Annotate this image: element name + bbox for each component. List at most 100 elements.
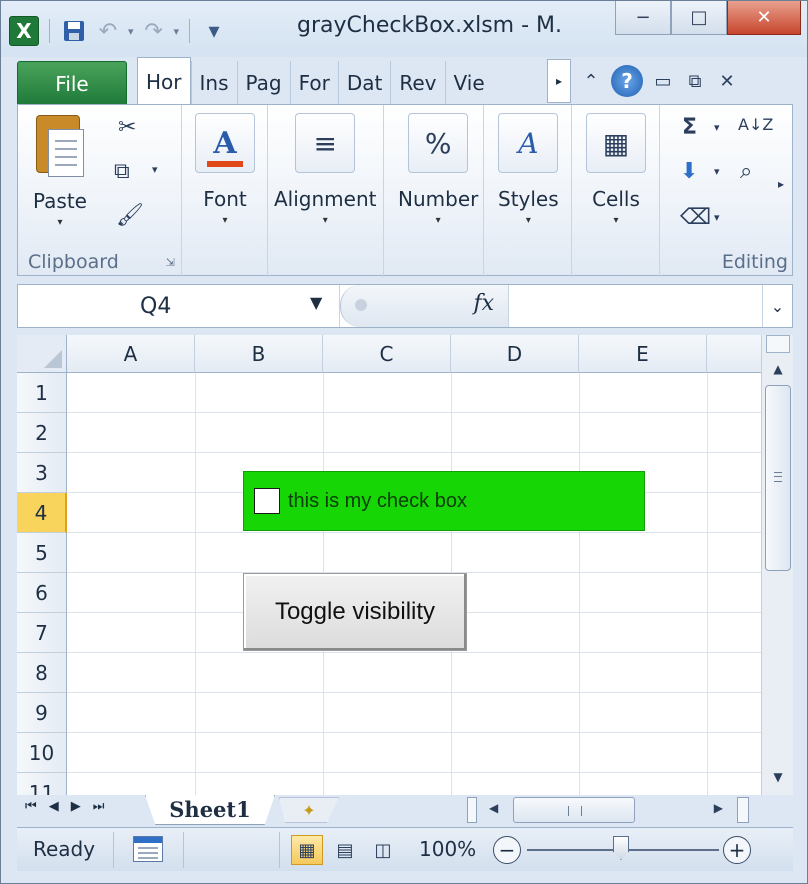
row-header[interactable]: 2 [17,413,67,453]
font-group[interactable]: A Font ▾ [182,105,268,277]
row-header[interactable]: 1 [17,373,67,413]
tab-split-box[interactable] [467,797,477,823]
copy-icon[interactable]: ⧉ [114,159,130,184]
formula-input[interactable] [508,285,762,327]
number-group[interactable]: % Number ▾ [384,105,484,277]
formula-bar-splitter[interactable] [355,299,367,311]
redo-dropdown-icon[interactable]: ▾ [174,25,180,38]
cut-icon[interactable]: ✂ [118,115,136,140]
excel-app-icon[interactable]: X [9,16,39,46]
cells-group[interactable]: ▦ Cells ▾ [572,105,660,277]
tab-insert[interactable]: Ins [190,61,237,105]
styles-group[interactable]: A Styles ▾ [484,105,572,277]
column-header[interactable]: E [579,335,707,373]
close-button[interactable]: ✕ [727,1,801,35]
row-header[interactable]: 3 [17,453,67,493]
number-button[interactable]: % Number ▾ [398,113,478,226]
maximize-button[interactable]: □ [671,1,727,35]
paste-button[interactable]: Paste ▾ [32,115,88,228]
tab-review[interactable]: Rev [390,61,444,105]
fill-dropdown-icon[interactable]: ▾ [714,165,720,178]
name-box-dropdown-icon[interactable]: ▼ [310,293,322,312]
ribbon-scroll-right-icon[interactable]: ▸ [778,177,784,191]
customize-qat-icon[interactable]: ▾ [200,17,228,45]
scroll-up-icon[interactable]: ▲ [766,357,790,381]
help-icon[interactable]: ? [611,65,643,97]
clear-dropdown-icon[interactable]: ▾ [714,211,720,224]
undo-dropdown-icon[interactable]: ▾ [128,25,134,38]
zoom-slider-thumb[interactable] [613,836,629,860]
scroll-right-icon[interactable]: ▶ [714,801,723,815]
record-macro-icon[interactable] [133,836,163,862]
vertical-scroll-thumb[interactable] [765,385,791,571]
font-button[interactable]: A Font ▾ [195,113,255,226]
alignment-button[interactable]: ≡ Alignment ▾ [274,113,376,226]
find-select-icon[interactable]: ⌕ [740,159,752,184]
last-sheet-icon[interactable]: ⏭ [93,799,105,814]
sheet-tab-sheet1[interactable]: Sheet1 [145,795,275,825]
cells-button[interactable]: ▦ Cells ▾ [586,113,646,226]
tab-formulas[interactable]: For [289,61,338,105]
zoom-in-icon[interactable]: + [723,836,751,864]
tab-data[interactable]: Dat [337,61,391,105]
scroll-down-icon[interactable]: ▼ [766,765,790,789]
row-header[interactable]: 6 [17,573,67,613]
column-header[interactable]: B [195,335,323,373]
toggle-visibility-button[interactable]: Toggle visibility [243,573,467,651]
doc-restore-icon[interactable]: ⧉ [683,71,707,92]
column-header[interactable] [707,335,761,373]
row-header[interactable]: 4 [17,493,67,533]
sort-filter-icon[interactable]: A↓Z [738,115,773,134]
alignment-group[interactable]: ≡ Alignment ▾ [268,105,384,277]
next-sheet-icon[interactable]: ▶ [71,799,81,814]
insert-sheet-icon[interactable]: ✦ [279,797,339,823]
vertical-split-box[interactable] [766,335,790,353]
autosum-icon[interactable]: Σ [682,115,697,140]
prev-sheet-icon[interactable]: ◀ [49,799,59,814]
minimize-button[interactable]: − [615,1,671,35]
row-header[interactable]: 9 [17,693,67,733]
first-sheet-icon[interactable]: ⏮ [25,799,37,814]
column-header[interactable]: A [67,335,195,373]
row-header[interactable]: 7 [17,613,67,653]
page-break-preview-icon[interactable]: ◫ [367,835,399,865]
expand-formula-bar-icon[interactable]: ⌄ [762,285,792,327]
row-header[interactable]: 11 [17,773,67,795]
insert-function-icon[interactable]: fx [473,291,494,316]
row-header[interactable]: 5 [17,533,67,573]
page-layout-view-icon[interactable]: ▤ [329,835,361,865]
row-header[interactable]: 10 [17,733,67,773]
horizontal-scrollbar[interactable]: ◀ ▶ [467,797,757,823]
name-box[interactable]: Q4 [18,285,340,327]
minimize-ribbon-icon[interactable]: ⌃ [579,71,603,92]
tab-view[interactable]: Vie [444,61,493,105]
clipboard-launcher-icon[interactable]: ⇲ [166,256,175,269]
autosum-dropdown-icon[interactable]: ▾ [714,121,720,134]
checkbox-square[interactable] [254,488,280,514]
zoom-out-icon[interactable]: − [493,836,521,864]
tab-scroll-right-icon[interactable]: ▸ [547,59,571,103]
doc-close-icon[interactable]: ✕ [715,71,739,92]
copy-dropdown-icon[interactable]: ▾ [152,163,158,176]
select-all-corner[interactable] [17,335,67,373]
scroll-left-icon[interactable]: ◀ [489,801,498,815]
doc-minimize-icon[interactable]: ▭ [651,71,675,92]
row-header[interactable]: 8 [17,653,67,693]
save-icon[interactable] [60,17,88,45]
format-painter-icon[interactable]: 🖌 [116,203,144,228]
column-header[interactable]: C [323,335,451,373]
redo-icon[interactable]: ↷ [140,17,168,45]
normal-view-icon[interactable]: ▦ [291,835,323,865]
column-header[interactable]: D [451,335,579,373]
tab-home[interactable]: Hor [137,57,191,105]
styles-button[interactable]: A Styles ▾ [498,113,559,226]
undo-icon[interactable]: ↶ [94,17,122,45]
green-checkbox-control[interactable]: this is my check box [243,471,645,531]
vertical-scrollbar[interactable]: ▲ ▼ [761,335,793,795]
horizontal-split-box[interactable] [737,797,749,823]
fill-icon[interactable]: ⬇ [680,159,698,184]
clear-icon[interactable]: ⌫ [680,205,711,230]
worksheet-grid[interactable]: A B C D E 1 2 3 4 5 6 7 8 9 10 11 this is my check box To… [17,335,761,795]
checkbox-label[interactable]: this is my check box [288,490,467,513]
tab-page-layout[interactable]: Pag [236,61,290,105]
